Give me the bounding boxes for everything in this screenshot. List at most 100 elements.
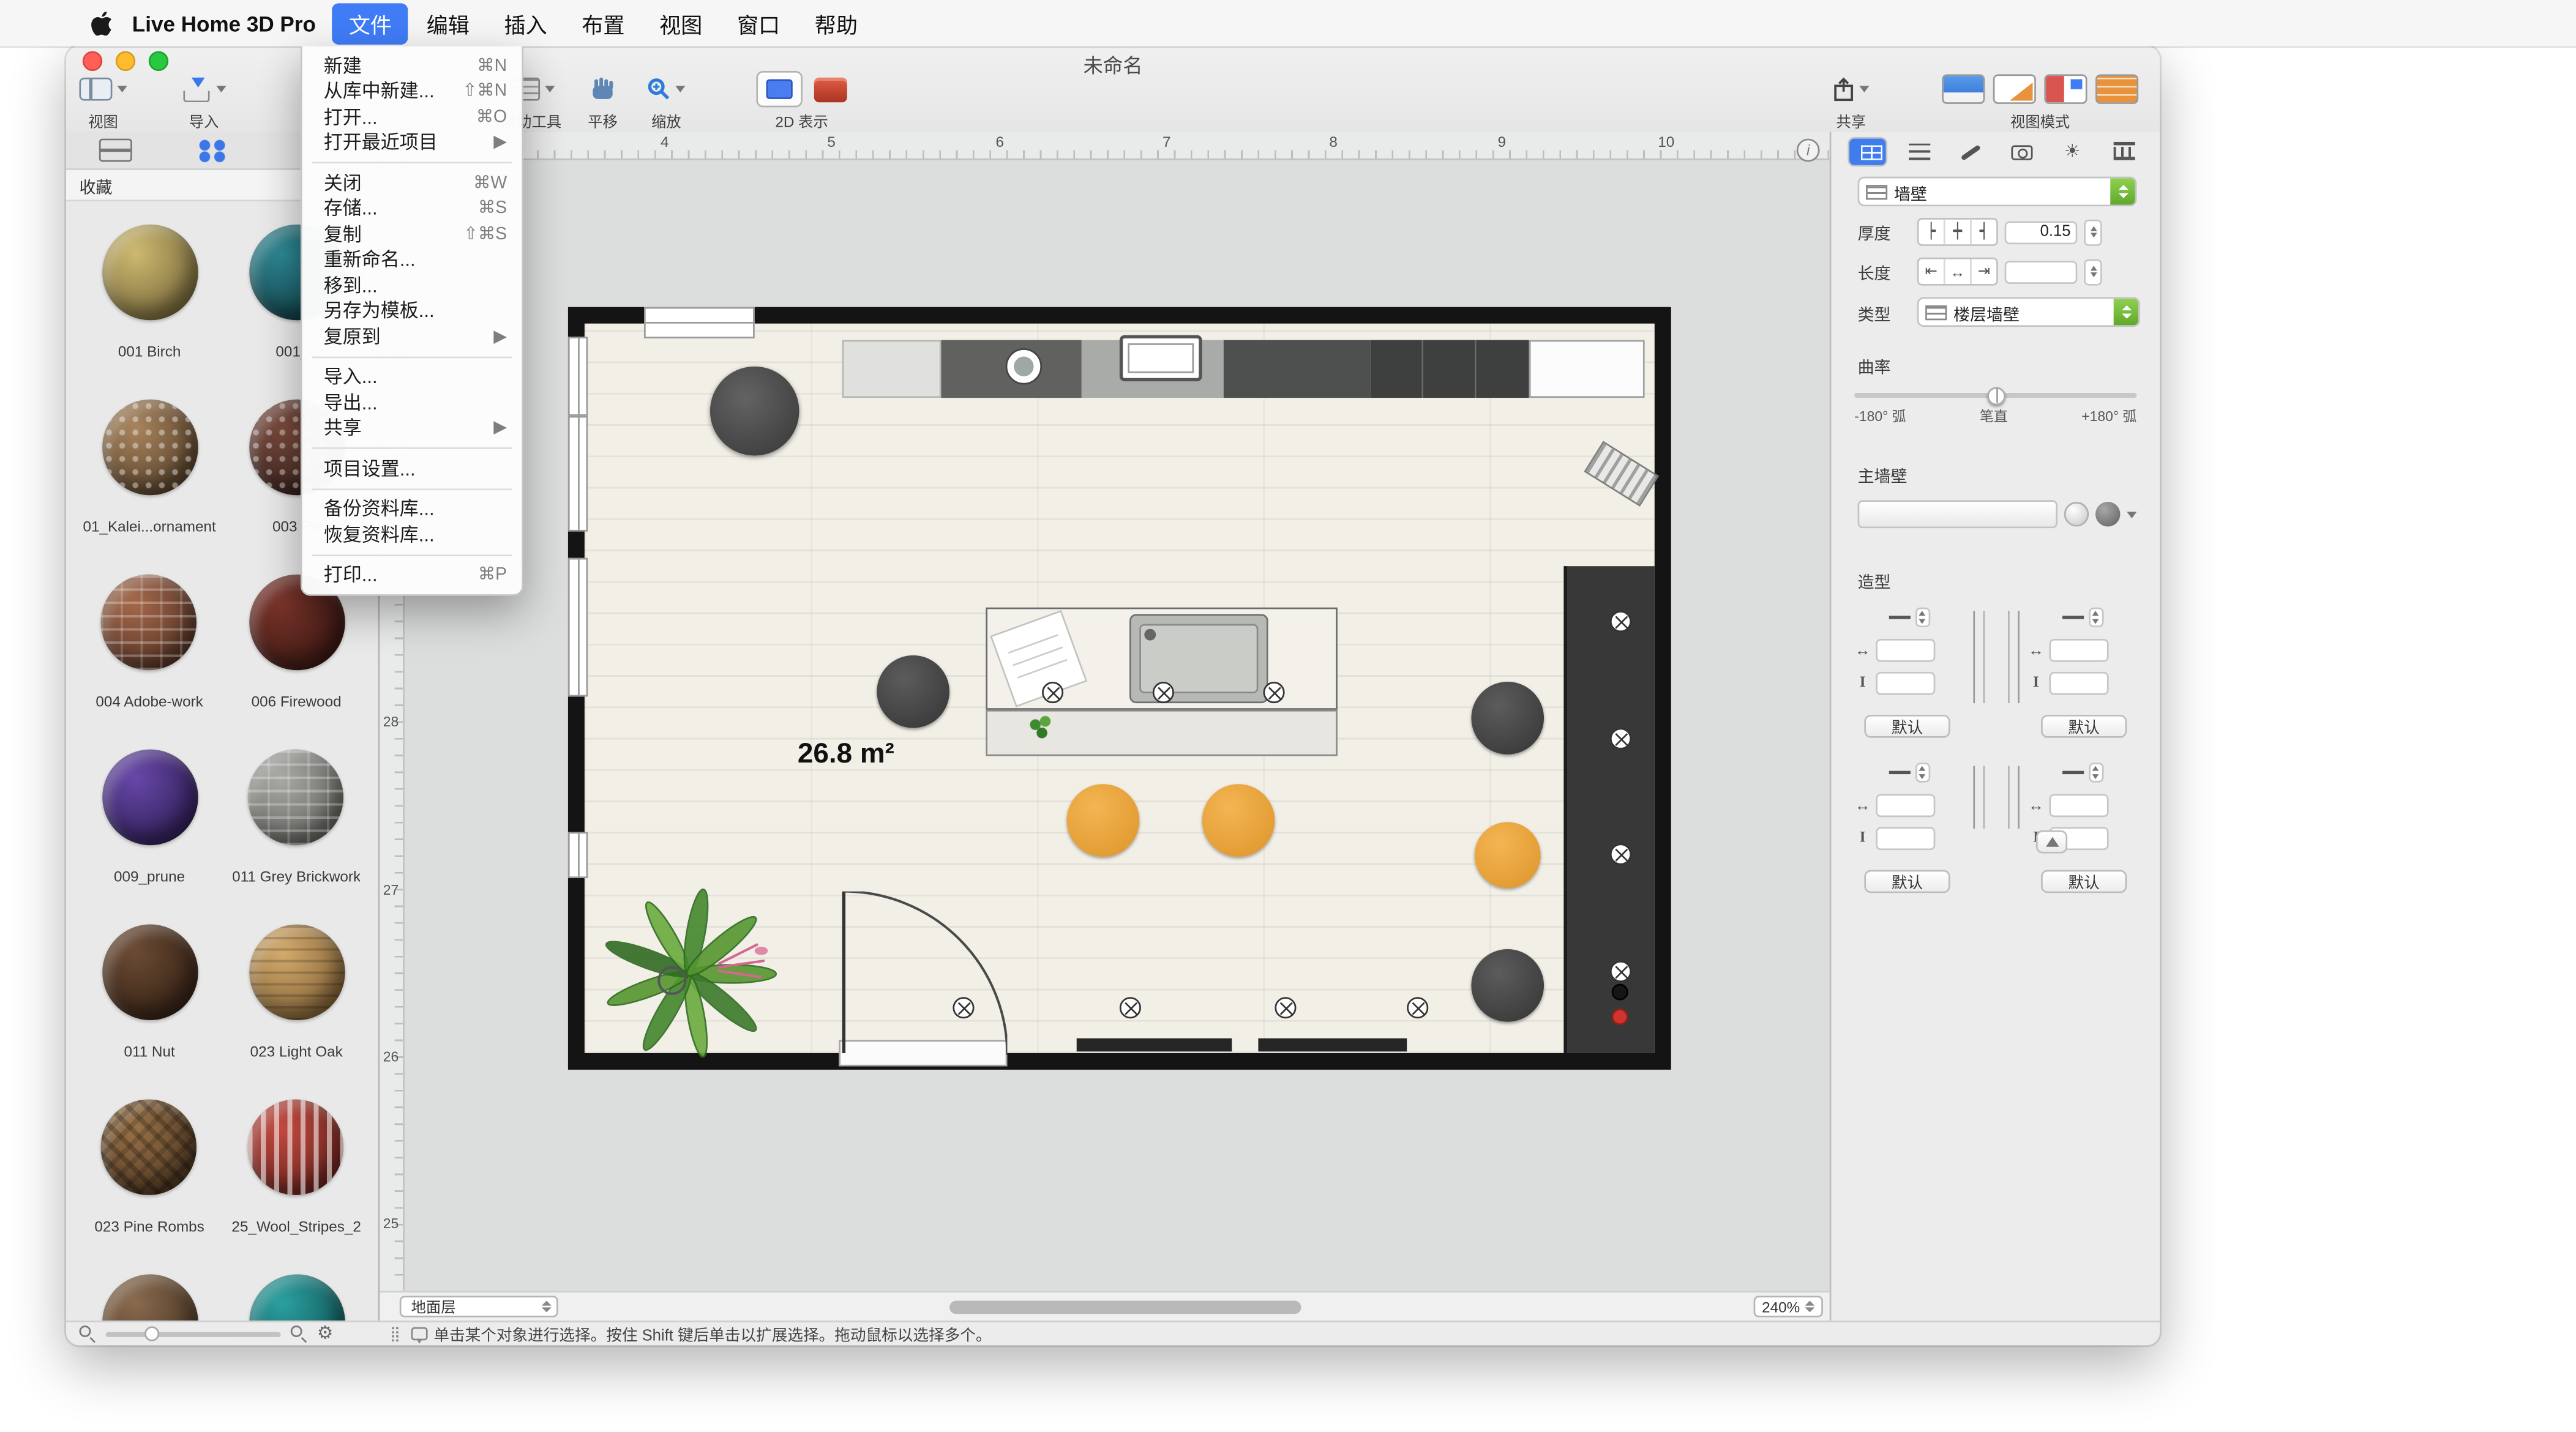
- plan-canvas[interactable]: 45678910 28272625 i: [380, 132, 1829, 1321]
- length-input[interactable]: [2005, 260, 2078, 283]
- menubar-menu[interactable]: 编辑: [410, 2, 486, 43]
- viewmode-3d-icon[interactable]: [2095, 74, 2138, 104]
- mini-stepper[interactable]: [1915, 763, 1930, 782]
- share-button[interactable]: 共享: [1833, 73, 1869, 132]
- menu-item[interactable]: 复原到 ▶: [302, 324, 522, 349]
- mini-stepper[interactable]: [1915, 608, 1930, 627]
- shape-input[interactable]: [1876, 639, 1935, 662]
- default-button[interactable]: 默认: [2041, 715, 2127, 738]
- material-swatch-light[interactable]: [2064, 502, 2089, 526]
- material-swatch-dark[interactable]: [2095, 502, 2120, 526]
- menubar-menu[interactable]: 布置: [565, 2, 641, 43]
- texture-mountain-button[interactable]: [2036, 830, 2067, 854]
- shape-input[interactable]: [2049, 672, 2108, 695]
- viewmode-split-icon[interactable]: [1993, 74, 2036, 104]
- wall-type-select[interactable]: 楼层墙壁: [1917, 297, 2140, 327]
- floor-level-select[interactable]: 地面层: [400, 1296, 558, 1317]
- ceiling-light-symbol[interactable]: [1275, 997, 1296, 1018]
- menu-item[interactable]: [302, 481, 522, 496]
- viewmode-elevation-icon[interactable]: [2044, 74, 2087, 104]
- materials-tab-icon[interactable]: [198, 138, 228, 162]
- default-button[interactable]: 默认: [1864, 870, 1950, 893]
- menubar-menu[interactable]: 插入: [488, 2, 564, 43]
- menu-item[interactable]: 从库中新建... ⇧⌘N: [302, 78, 522, 104]
- menu-item[interactable]: 存储... ⌘S: [302, 196, 522, 222]
- draw-tab-icon[interactable]: [1950, 137, 1990, 167]
- menubar-menu[interactable]: 文件: [332, 2, 408, 43]
- ceiling-light-symbol[interactable]: [1153, 682, 1174, 703]
- zoom-in-icon[interactable]: [291, 1326, 307, 1342]
- material-item[interactable]: 023 Pine Rombs: [94, 1099, 204, 1234]
- material-item[interactable]: 011 Nut: [102, 925, 197, 1060]
- menu-item[interactable]: 项目设置...: [302, 455, 522, 481]
- thumbnail-zoom-slider[interactable]: [106, 1331, 281, 1336]
- menu-item[interactable]: 恢复资料库...: [302, 521, 522, 547]
- ceiling-light-symbol[interactable]: [1610, 843, 1631, 865]
- material-item[interactable]: [249, 1274, 344, 1321]
- wall-tab-icon[interactable]: [1848, 137, 1887, 167]
- rep-2d-button[interactable]: [756, 71, 803, 107]
- shape-input[interactable]: [2049, 639, 2108, 662]
- menu-item[interactable]: [302, 349, 522, 364]
- camera-tab-icon[interactable]: [2001, 137, 2041, 167]
- pan-tool-button[interactable]: 平移: [588, 73, 618, 132]
- slider-thumb[interactable]: [144, 1326, 159, 1341]
- view-toolbar-button[interactable]: 视图: [79, 73, 127, 132]
- ceiling-light-symbol[interactable]: [1610, 611, 1631, 632]
- menubar-menu[interactable]: 窗口: [721, 2, 796, 43]
- menu-item[interactable]: 复制 ⇧⌘S: [302, 221, 522, 247]
- shape-input[interactable]: [2049, 794, 2108, 817]
- menu-item[interactable]: 导出...: [302, 390, 522, 416]
- menubar-menu[interactable]: 帮助: [798, 2, 874, 43]
- menu-item[interactable]: 关闭 ⌘W: [302, 170, 522, 196]
- scrollbar-thumb[interactable]: [950, 1301, 1302, 1315]
- curvature-slider[interactable]: -180° 弧 笔直 +180° 弧: [1854, 393, 2136, 426]
- zoom-tool-button[interactable]: 缩放: [647, 73, 685, 132]
- slider-thumb[interactable]: [1986, 386, 2005, 405]
- default-button[interactable]: 默认: [2041, 870, 2127, 893]
- ceiling-light-symbol[interactable]: [1042, 682, 1063, 703]
- menu-item[interactable]: [302, 547, 522, 562]
- material-item[interactable]: 25_Wool_Stripes_2: [231, 1099, 361, 1234]
- zoom-level-box[interactable]: 240%: [1754, 1296, 1823, 1317]
- menu-item[interactable]: [302, 155, 522, 170]
- menu-item[interactable]: 备份资料库...: [302, 496, 522, 522]
- floors-stack-tab-icon[interactable]: [1899, 137, 1939, 167]
- rep-3d-icon[interactable]: [814, 76, 847, 101]
- thickness-align-segmented[interactable]: ┝┿┥: [1917, 218, 1998, 246]
- plant-graphic[interactable]: [597, 878, 779, 1060]
- floors-tab-icon[interactable]: [99, 139, 132, 162]
- viewmode-2d-icon[interactable]: [1942, 74, 1985, 104]
- material-item[interactable]: 011 Grey Brickwork: [232, 750, 361, 885]
- material-item[interactable]: 01_Kalei...ornament: [83, 400, 215, 535]
- menu-item[interactable]: 移到...: [302, 272, 522, 298]
- menubar-menu[interactable]: 视图: [643, 2, 719, 43]
- material-item[interactable]: 004 Adobe-work: [95, 575, 203, 710]
- ceiling-light-symbol[interactable]: [1610, 961, 1631, 982]
- settings-gear-icon[interactable]: ⚙: [317, 1325, 334, 1343]
- floor-plan[interactable]: 26.8 m²: [568, 307, 1671, 1070]
- object-type-select[interactable]: 墙壁: [1858, 177, 2137, 207]
- menu-item[interactable]: 共享 ▶: [302, 415, 522, 441]
- menu-item[interactable]: 打开... ⌘O: [302, 104, 522, 130]
- apple-icon[interactable]: [91, 11, 112, 35]
- mini-stepper[interactable]: [2088, 763, 2103, 782]
- main-wall-preview[interactable]: [1858, 500, 2057, 528]
- material-item[interactable]: 009_prune: [102, 750, 197, 885]
- ceiling-light-symbol[interactable]: [1610, 728, 1631, 750]
- shape-input[interactable]: [1876, 827, 1935, 850]
- thickness-stepper[interactable]: [2084, 218, 2102, 245]
- material-item[interactable]: [102, 1274, 197, 1321]
- shape-input[interactable]: [1876, 794, 1935, 817]
- material-item[interactable]: 001 Birch: [102, 225, 197, 360]
- zoom-out-icon[interactable]: [79, 1326, 95, 1342]
- length-stepper[interactable]: [2084, 258, 2102, 285]
- menu-item[interactable]: 重新命名...: [302, 247, 522, 272]
- default-button[interactable]: 默认: [1864, 715, 1950, 738]
- menu-item[interactable]: 打印... ⌘P: [302, 562, 522, 587]
- menu-item[interactable]: 打开最近项目 ▶: [302, 130, 522, 155]
- info-icon[interactable]: i: [1797, 139, 1820, 162]
- ceiling-light-symbol[interactable]: [1120, 997, 1141, 1018]
- horizontal-scrollbar[interactable]: [575, 1301, 1747, 1315]
- shape-input[interactable]: [1876, 672, 1935, 695]
